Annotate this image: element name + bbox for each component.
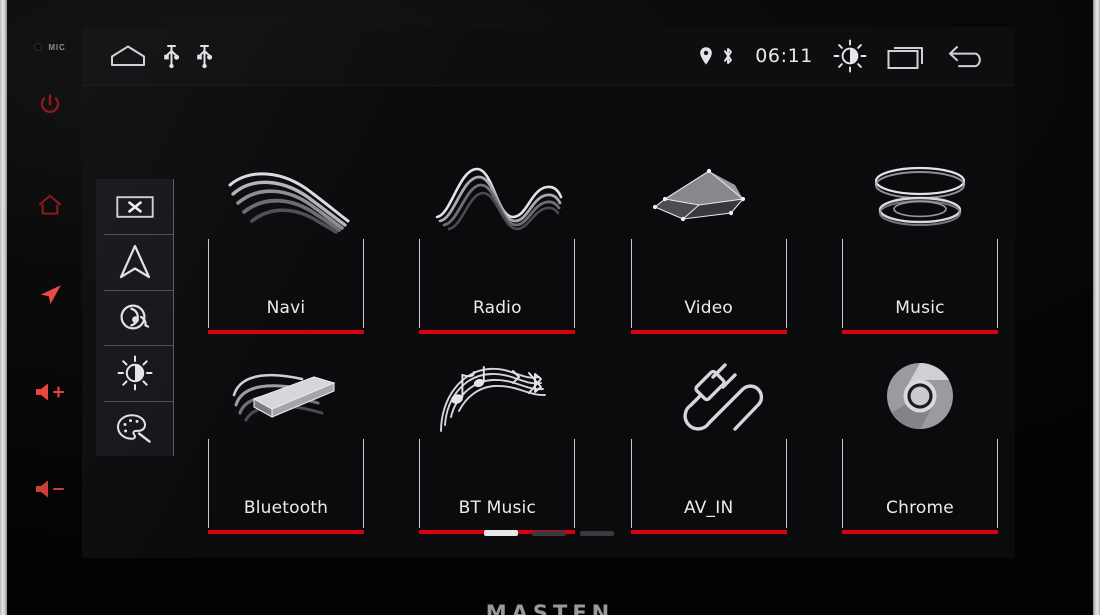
home-icon <box>38 194 62 215</box>
app-label: Chrome <box>886 498 954 518</box>
status-bar: 06:11 <box>82 27 1015 86</box>
location-pin-icon <box>700 47 713 65</box>
side-dock <box>96 179 174 456</box>
volume-down-button[interactable] <box>14 472 86 506</box>
video-polygon-icon <box>635 154 783 242</box>
usb-icon-1 <box>163 43 180 69</box>
power-button[interactable] <box>14 88 86 122</box>
radio-icon <box>120 304 149 330</box>
navigation-arrow-icon <box>40 285 61 305</box>
home-screen-body: Navi Radio Video Music Bluetooth BT Musi… <box>82 86 1015 558</box>
sidebar-item-theme[interactable] <box>96 400 173 456</box>
page-dot-3[interactable] <box>579 530 614 536</box>
app-tile-radio[interactable]: Radio <box>419 167 576 334</box>
app-label: Radio <box>472 298 522 318</box>
microphone-label: MIC <box>48 42 66 52</box>
app-row-1: Navi Radio Video Music <box>208 166 998 358</box>
chrome-icon <box>846 354 994 442</box>
tile-accent-underline <box>841 330 998 334</box>
navi-swoosh-icon <box>212 154 360 242</box>
page-dot-1[interactable] <box>483 530 518 536</box>
music-disc-icon <box>846 154 994 242</box>
app-label: Bluetooth <box>243 498 329 518</box>
microphone-indicator: MIC <box>14 38 86 56</box>
page-indicator <box>82 530 1015 536</box>
clock: 06:11 <box>755 45 813 67</box>
volume-up-button[interactable] <box>14 375 86 409</box>
app-tile-video[interactable]: Video <box>630 168 787 334</box>
radio-wave-icon <box>423 154 571 242</box>
bluetooth-device-icon <box>212 354 360 442</box>
power-icon <box>40 94 60 114</box>
sidebar-item-radio[interactable] <box>96 289 173 345</box>
app-label: Music <box>895 298 945 318</box>
sidebar-item-navigation[interactable] <box>96 234 173 289</box>
device-trim-left <box>0 0 7 615</box>
volume-down-icon <box>36 480 65 498</box>
av-cable-icon <box>635 354 783 442</box>
brightness-icon[interactable] <box>833 39 867 73</box>
volume-up-icon <box>36 383 65 401</box>
tile-accent-underline <box>419 330 576 334</box>
app-grid: Navi Radio Video Music Bluetooth BT Musi… <box>208 102 998 534</box>
status-bar-left-group <box>82 43 213 69</box>
status-bar-right-group: 06:11 <box>699 39 989 73</box>
app-tile-av-in[interactable]: AV_IN <box>630 363 787 534</box>
brightness-icon <box>117 355 152 391</box>
app-label: Video <box>684 298 733 318</box>
app-label: AV_IN <box>683 498 734 518</box>
sidebar-item-screen-off[interactable] <box>96 179 173 234</box>
sidebar-item-brightness[interactable] <box>96 345 173 400</box>
home-button[interactable] <box>14 188 86 222</box>
recents-icon[interactable] <box>887 42 927 70</box>
tile-accent-underline <box>630 330 787 334</box>
app-tile-chrome[interactable]: Chrome <box>841 362 998 534</box>
navigation-arrow-icon <box>119 244 150 279</box>
screen-off-icon <box>115 195 154 218</box>
back-icon[interactable] <box>947 42 989 70</box>
bluetooth-icon <box>724 48 733 64</box>
microphone-hole-icon <box>34 43 43 51</box>
app-tile-bt-music[interactable]: BT Music <box>419 366 576 534</box>
app-tile-bluetooth[interactable]: Bluetooth <box>208 373 364 534</box>
palette-icon <box>116 414 151 444</box>
brand-logo: MASTEN <box>485 601 615 615</box>
app-label: Navi <box>266 298 306 318</box>
status-indicator-group <box>699 46 735 66</box>
tile-accent-underline <box>208 330 364 334</box>
device-trim-right <box>1093 0 1100 615</box>
usb-icon-2 <box>196 43 213 69</box>
navigation-button[interactable] <box>14 278 86 312</box>
hardware-key-column: MIC <box>14 0 86 615</box>
home-icon[interactable] <box>109 43 147 69</box>
app-tile-navi[interactable]: Navi <box>208 172 364 334</box>
app-tile-music[interactable]: Music <box>841 166 998 334</box>
head-unit-device: MIC 06:11 Navi Radio Video Music Bluetoo… <box>0 0 1100 615</box>
bt-music-notes-icon <box>423 354 571 442</box>
app-label: BT Music <box>458 498 537 518</box>
page-dot-2[interactable] <box>531 530 566 536</box>
touchscreen[interactable]: 06:11 Navi Radio Video Music Bluetooth B… <box>82 27 1015 558</box>
